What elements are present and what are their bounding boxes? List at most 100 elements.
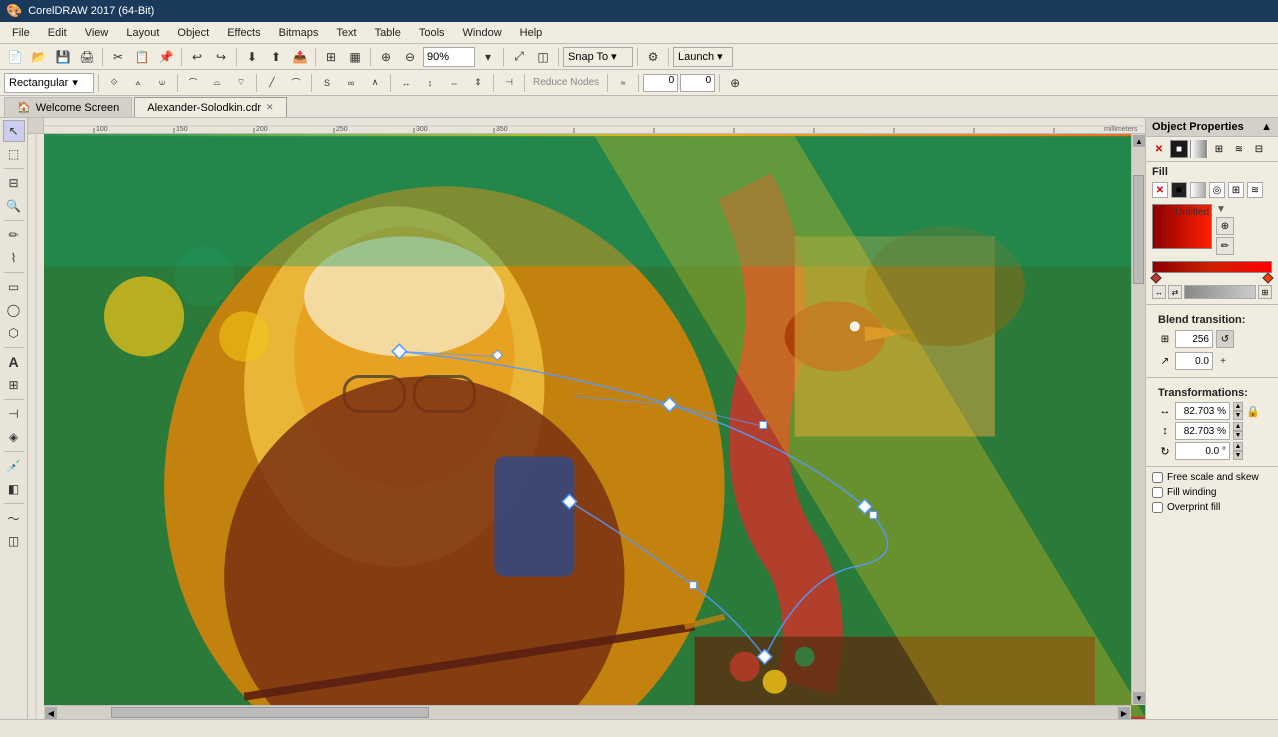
menu-file[interactable]: File — [4, 23, 38, 43]
polygon-tool[interactable]: ⬡ — [3, 322, 25, 344]
cut-button[interactable]: ✂ — [107, 46, 129, 68]
menu-table[interactable]: Table — [367, 23, 409, 43]
fill-pattern-icon[interactable]: ⊞ — [1210, 140, 1228, 158]
launch-dropdown[interactable]: Launch ▾ — [673, 47, 733, 67]
eyedropper-tool[interactable]: 💉 — [3, 455, 25, 477]
hscroll-thumb[interactable] — [111, 707, 429, 718]
gradient-bar[interactable] — [1152, 261, 1272, 273]
fill-none-icon[interactable]: ✕ — [1150, 140, 1168, 158]
select-tool[interactable]: ↖ — [3, 120, 25, 142]
transparency-tool[interactable]: ◫ — [3, 530, 25, 552]
menu-help[interactable]: Help — [512, 23, 551, 43]
scroll-left-button[interactable]: ◀ — [45, 707, 57, 719]
freehand-tool[interactable]: ✏ — [3, 224, 25, 246]
elastic-mode-button[interactable]: ≈ — [612, 72, 634, 94]
copy-button[interactable]: 📋 — [131, 46, 153, 68]
tab-document[interactable]: Alexander-Solodkin.cdr ✕ — [134, 97, 286, 117]
gradient-stop-left[interactable] — [1150, 272, 1161, 283]
undo-button[interactable]: ↩ — [186, 46, 208, 68]
menu-view[interactable]: View — [77, 23, 117, 43]
mirror-h-button[interactable]: ⇔ — [443, 72, 465, 94]
lock-icon[interactable]: 🔒 — [1246, 404, 1260, 418]
panel-collapse-icon[interactable]: ▲ — [1261, 121, 1272, 133]
open-button[interactable]: 📂 — [28, 46, 50, 68]
zoom-in-button[interactable]: ⊕ — [375, 46, 397, 68]
scroll-track[interactable] — [1132, 148, 1145, 691]
scroll-down-button[interactable]: ▼ — [1133, 692, 1145, 704]
gradient-options-btn[interactable]: ⊞ — [1258, 285, 1272, 299]
options-button[interactable]: ⚙ — [642, 46, 664, 68]
view-grid-button[interactable]: ⊞ — [320, 46, 342, 68]
fill-linear-icon[interactable] — [1190, 140, 1208, 158]
tab-close-button[interactable]: ✕ — [266, 102, 274, 113]
gradient-stop-right[interactable] — [1262, 272, 1273, 283]
stretch-h-button[interactable]: ↔ — [395, 72, 417, 94]
canvas-area[interactable]: 100 150 200 250 300 350 — [28, 118, 1145, 719]
menu-effects[interactable]: Effects — [219, 23, 268, 43]
horizontal-scrollbar[interactable]: ◀ ▶ — [44, 705, 1131, 719]
selection-type-dropdown[interactable]: Rectangular ▾ — [4, 73, 94, 93]
break-node-button[interactable]: ⌓ — [206, 72, 228, 94]
stretch-v-button[interactable]: ↕ — [419, 72, 441, 94]
fill-texture-btn[interactable]: ≋ — [1247, 182, 1263, 198]
height-spin-down[interactable]: ▼ — [1233, 431, 1243, 440]
crop-tool[interactable]: ⊟ — [3, 172, 25, 194]
rotation-input[interactable] — [1175, 442, 1230, 460]
rotation-spin-up[interactable]: ▲ — [1233, 442, 1243, 451]
save-button[interactable]: 💾 — [52, 46, 74, 68]
menu-bitmaps[interactable]: Bitmaps — [271, 23, 327, 43]
zoom-dropdown-button[interactable]: ▾ — [477, 46, 499, 68]
node-y-input[interactable]: 0 — [680, 74, 715, 92]
menu-layout[interactable]: Layout — [118, 23, 167, 43]
menu-edit[interactable]: Edit — [40, 23, 75, 43]
to-curve-button[interactable]: ⌒ — [285, 72, 307, 94]
snap-to-dropdown[interactable]: Snap To ▾ — [563, 47, 633, 67]
gradient-rev-btn[interactable]: ↔ — [1152, 285, 1166, 299]
gradient-mirror-btn[interactable]: ⇄ — [1168, 285, 1182, 299]
color-preview-swatch[interactable]: Untitled — [1152, 204, 1212, 249]
ellipse-tool[interactable]: ◯ — [3, 299, 25, 321]
blend-refresh-btn[interactable]: ↺ — [1216, 330, 1234, 348]
publish-button[interactable]: 📤 — [289, 46, 311, 68]
select-all-button[interactable]: ⟐ — [103, 72, 125, 94]
fill-mesh-icon[interactable]: ⊟ — [1250, 140, 1268, 158]
invert-select-button[interactable]: ⟒ — [151, 72, 173, 94]
canvas-content[interactable]: ▲ ▼ ◀ ▶ — [44, 134, 1145, 719]
rotation-spin-down[interactable]: ▼ — [1233, 451, 1243, 460]
export-button[interactable]: ⬆ — [265, 46, 287, 68]
menu-text[interactable]: Text — [328, 23, 364, 43]
vertical-scrollbar[interactable]: ▲ ▼ — [1131, 134, 1145, 705]
fill-solid-btn[interactable]: ■ — [1171, 182, 1187, 198]
height-spin-up[interactable]: ▲ — [1233, 422, 1243, 431]
free-scale-checkbox[interactable] — [1152, 472, 1163, 483]
menu-tools[interactable]: Tools — [411, 23, 453, 43]
fill-none-btn[interactable]: ✕ — [1152, 182, 1168, 198]
width-spin-up[interactable]: ▲ — [1233, 402, 1243, 411]
height-pct-input[interactable] — [1175, 422, 1230, 440]
hscroll-track[interactable] — [58, 706, 1117, 719]
overprint-fill-checkbox[interactable] — [1152, 502, 1163, 513]
view-toggle-button[interactable]: ◫ — [532, 46, 554, 68]
convert-to-curve-button[interactable]: ⌒ — [182, 72, 204, 94]
width-spin-down[interactable]: ▼ — [1233, 411, 1243, 420]
blend-tool[interactable]: 〜 — [3, 507, 25, 529]
redo-button[interactable]: ↪ — [210, 46, 232, 68]
dimension-tool[interactable]: ⊣ — [3, 403, 25, 425]
import-button[interactable]: ⬇ — [241, 46, 263, 68]
connector-tool[interactable]: ◈ — [3, 426, 25, 448]
scroll-thumb[interactable] — [1133, 175, 1144, 284]
fill-winding-checkbox[interactable] — [1152, 487, 1163, 498]
scroll-right-button[interactable]: ▶ — [1118, 707, 1130, 719]
view-layout-button[interactable]: ▦ — [344, 46, 366, 68]
zoom-out-button[interactable]: ⊖ — [399, 46, 421, 68]
zoom-level[interactable]: 90% — [423, 47, 475, 67]
node-add-button[interactable]: ⊕ — [724, 72, 746, 94]
fill-tool[interactable]: ◧ — [3, 478, 25, 500]
scroll-up-button[interactable]: ▲ — [1133, 135, 1145, 147]
tab-welcome[interactable]: 🏠 Welcome Screen — [4, 97, 132, 117]
node-tool[interactable]: ⬚ — [3, 143, 25, 165]
fill-solid-icon[interactable]: ■ — [1170, 140, 1188, 158]
to-line-button[interactable]: ╱ — [261, 72, 283, 94]
blend-accel-input[interactable] — [1175, 352, 1213, 370]
smart-draw-tool[interactable]: ⌇ — [3, 247, 25, 269]
